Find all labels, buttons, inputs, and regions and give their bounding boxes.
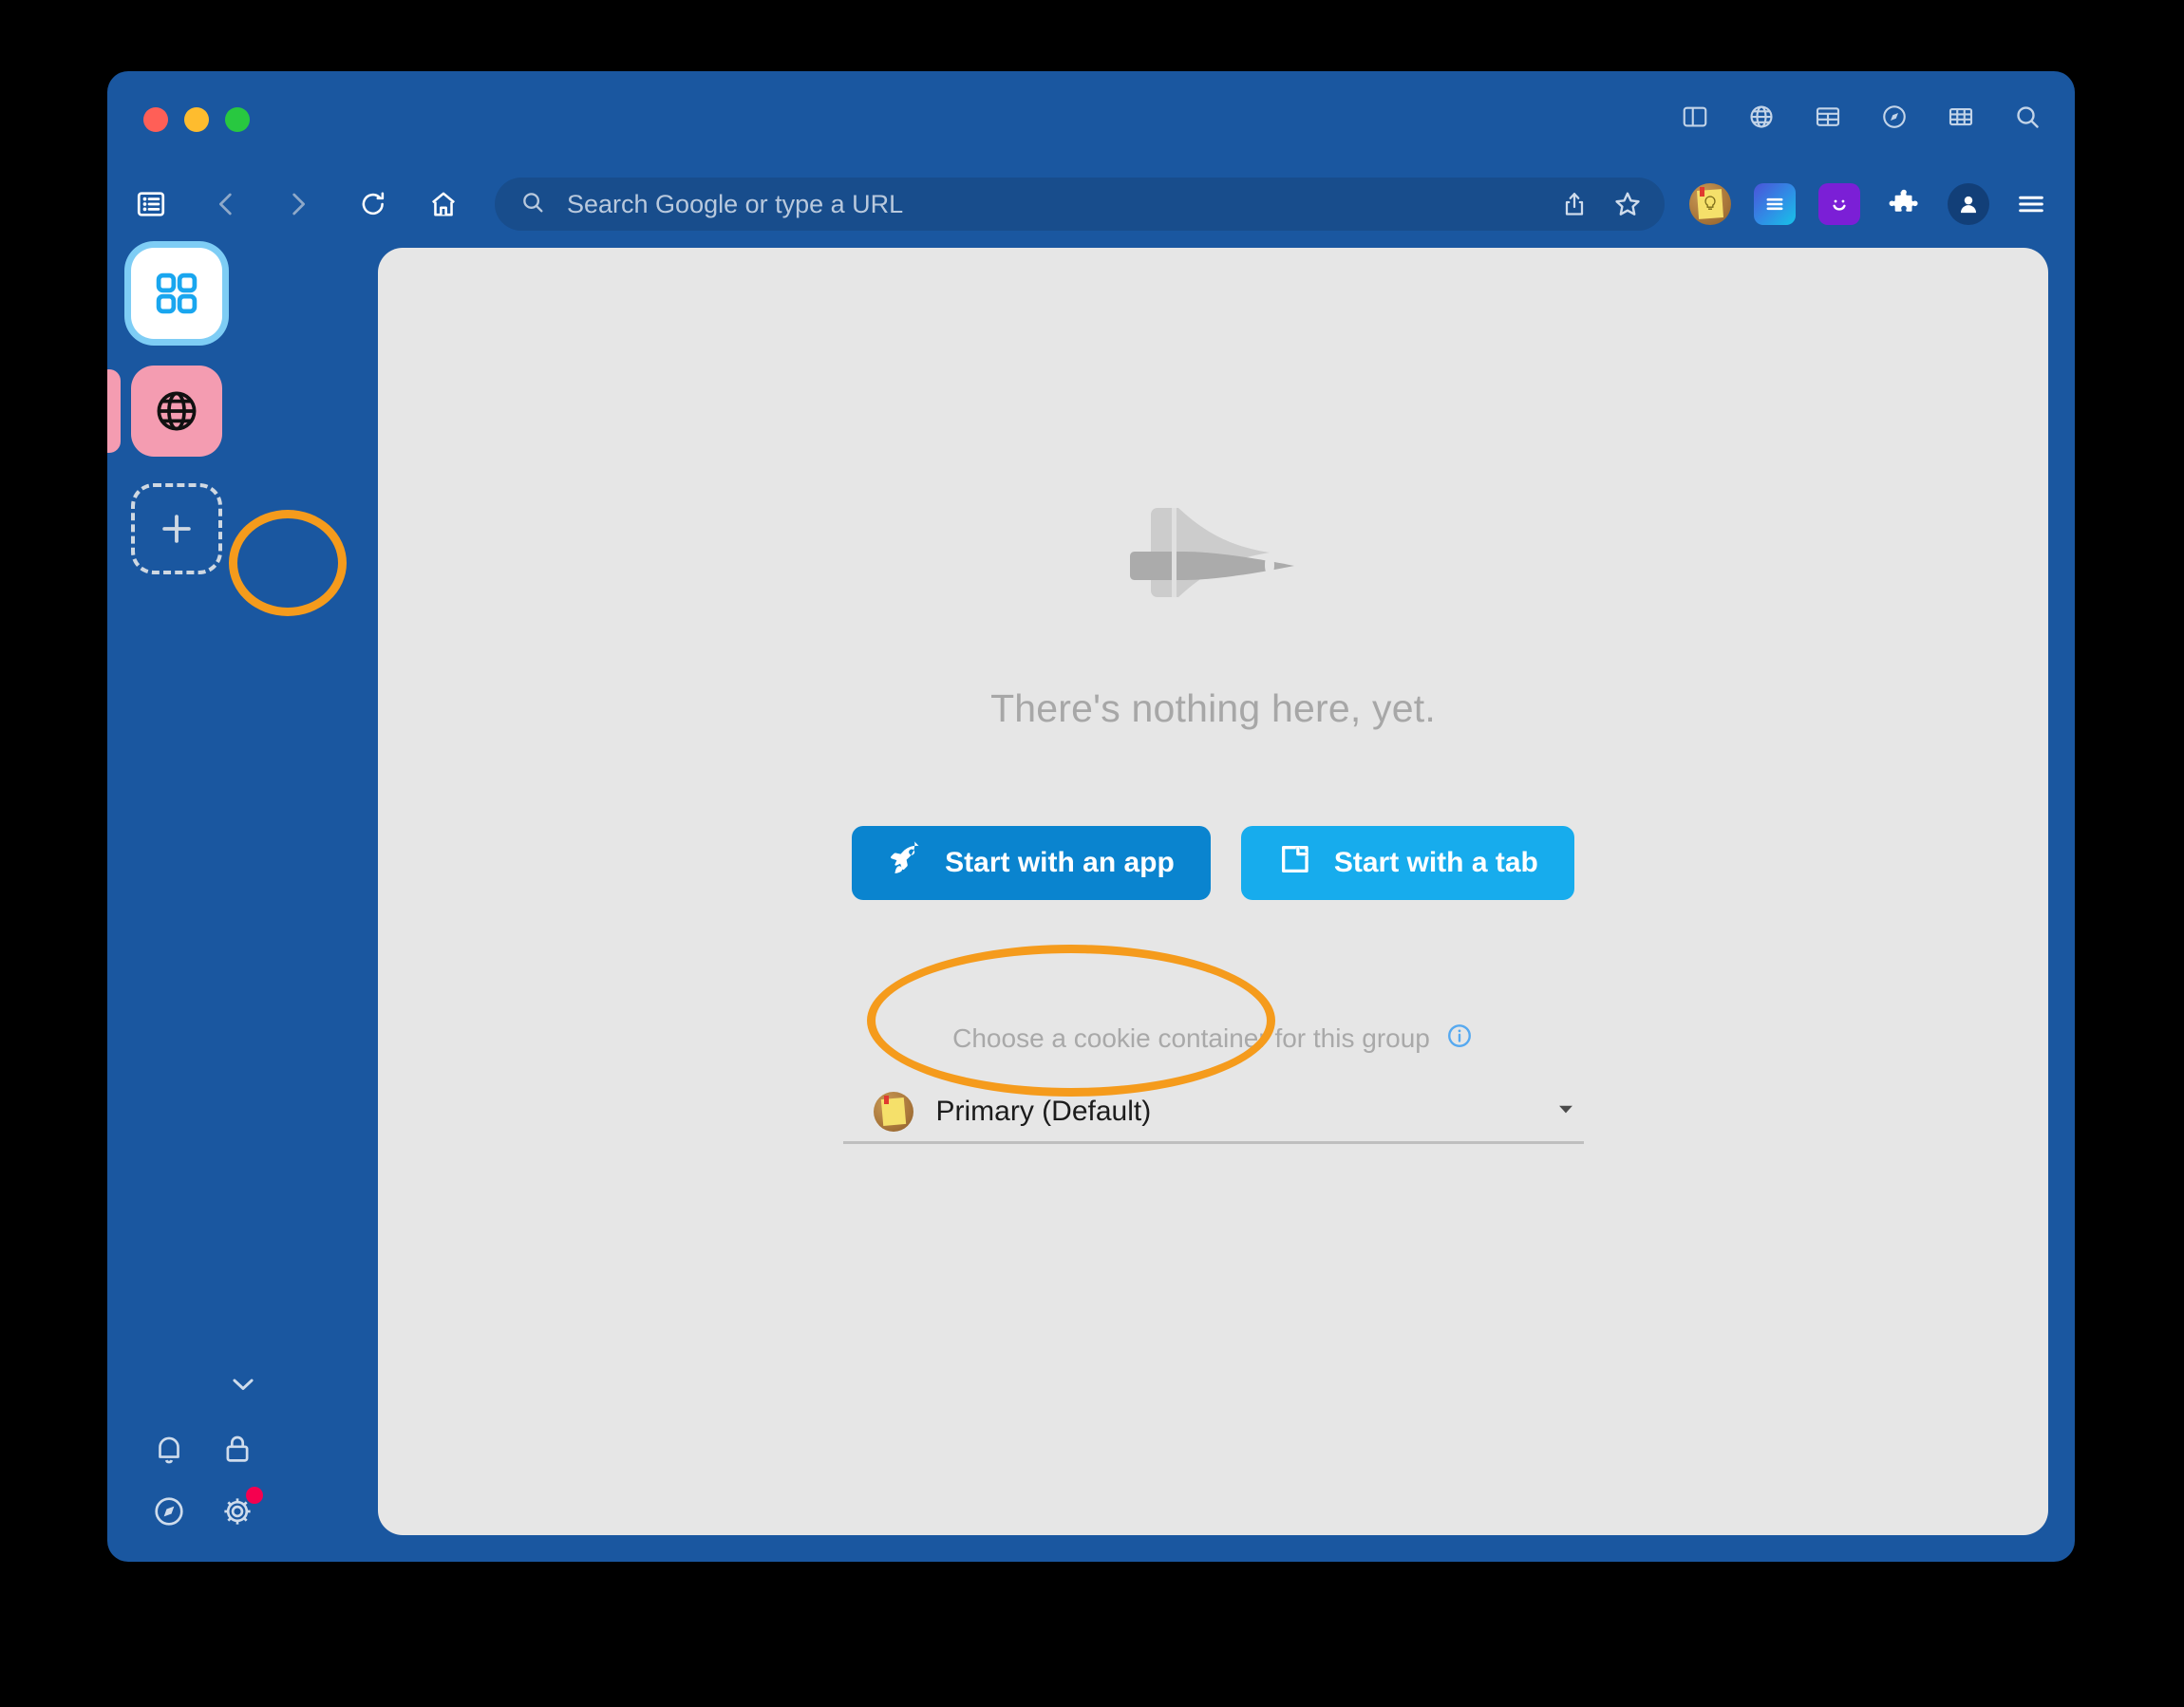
cookie-container-select[interactable]: Primary (Default): [842, 1081, 1584, 1144]
start-with-tab-button[interactable]: Start with a tab: [1240, 826, 1574, 900]
minimize-window-button[interactable]: [184, 107, 209, 132]
browser-window: Search Google or type a URL There's noth…: [107, 71, 2075, 1562]
forward-button[interactable]: [276, 183, 318, 225]
notes-extension-icon[interactable]: [1689, 183, 1731, 225]
reader-extension-icon[interactable]: [1754, 183, 1796, 225]
grid-icon[interactable]: [1946, 102, 1976, 132]
compass-icon[interactable]: [145, 1488, 193, 1535]
sidebar-item-web[interactable]: [131, 366, 222, 457]
compass-icon[interactable]: [1879, 102, 1910, 132]
gear-icon[interactable]: [214, 1487, 263, 1535]
split-view-icon[interactable]: [1680, 102, 1710, 132]
settings-badge: [246, 1487, 263, 1504]
rocket-icon: [888, 840, 924, 885]
omnibox-search-icon: [519, 189, 546, 220]
start-with-app-button[interactable]: Start with an app: [852, 826, 1211, 900]
omnibox-placeholder-text: Search Google or type a URL: [567, 189, 904, 218]
sidebar-icon-grid: [145, 1425, 378, 1535]
cta-button-row: Start with an app Start with a tab: [852, 826, 1574, 900]
extensions-area: [1689, 183, 2050, 225]
table-icon[interactable]: [1813, 102, 1843, 132]
sidebar-item-apps[interactable]: [131, 248, 222, 339]
profile-avatar-icon[interactable]: [1948, 183, 1989, 225]
smiley-extension-icon[interactable]: [1818, 183, 1860, 225]
chevron-down-icon[interactable]: [1553, 1097, 1578, 1126]
notes-avatar-icon: [873, 1091, 913, 1132]
home-button[interactable]: [423, 183, 464, 225]
group-sidebar: [107, 248, 378, 1562]
collapse-sidebar-button[interactable]: [107, 1368, 378, 1400]
close-window-button[interactable]: [143, 107, 168, 132]
sidebar-toggle-icon[interactable]: [130, 183, 172, 225]
search-icon[interactable]: [2012, 102, 2043, 132]
sidebar-bottom-tools: [107, 1368, 378, 1535]
page-title: There's nothing here, yet.: [990, 686, 1436, 730]
back-button[interactable]: [206, 183, 248, 225]
cookie-label-row: Choose a cookie container for this group: [952, 1022, 1474, 1055]
globe-icon[interactable]: [1746, 102, 1777, 132]
start-with-app-label: Start with an app: [945, 847, 1175, 878]
peek-tab-indicator[interactable]: [107, 369, 121, 453]
bell-icon[interactable]: [145, 1425, 193, 1473]
maximize-window-button[interactable]: [225, 107, 250, 132]
address-bar[interactable]: Search Google or type a URL: [495, 178, 1665, 231]
lock-icon[interactable]: [214, 1425, 261, 1473]
cookie-container-section: Choose a cookie container for this group…: [842, 1022, 1584, 1144]
bookmark-star-icon[interactable]: [1606, 182, 1649, 226]
share-icon[interactable]: [1553, 182, 1596, 226]
start-with-tab-label: Start with a tab: [1333, 847, 1538, 878]
puzzle-extension-icon[interactable]: [1883, 183, 1925, 225]
window-tools: [1680, 102, 2043, 132]
space-shuttle-illustration: [1129, 508, 1294, 597]
new-tab-icon: [1277, 841, 1313, 885]
cookie-container-label: Choose a cookie container for this group: [952, 1022, 1430, 1053]
info-icon[interactable]: [1445, 1022, 1474, 1055]
cookie-container-value: Primary (Default): [935, 1095, 1152, 1127]
reload-button[interactable]: [352, 183, 394, 225]
navigation-toolbar: Search Google or type a URL: [107, 160, 2075, 248]
menu-icon[interactable]: [2012, 183, 2050, 225]
title-bar: [107, 71, 2075, 160]
new-group-button[interactable]: [131, 483, 222, 574]
empty-group-panel: There's nothing here, yet. Start with an…: [378, 248, 2048, 1535]
